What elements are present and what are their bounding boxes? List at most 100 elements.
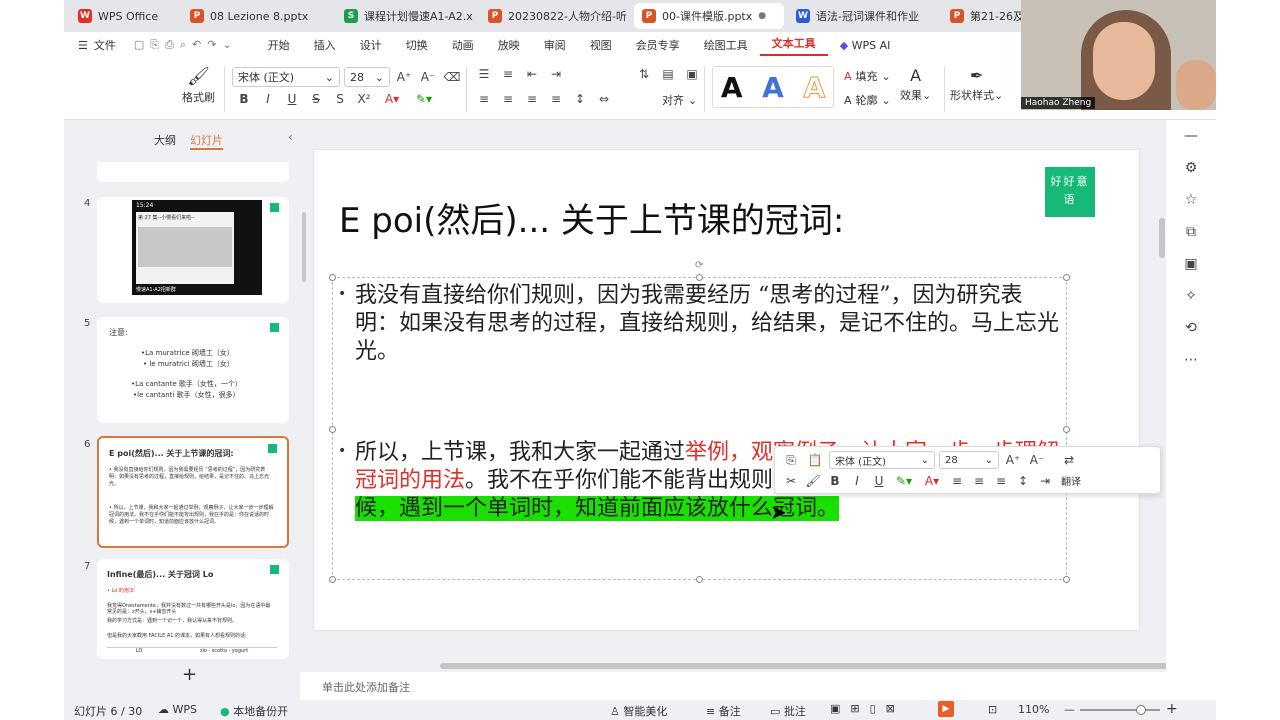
effect-menu[interactable]: A 效果⌄ xyxy=(900,66,931,103)
zoom-slider-thumb[interactable] xyxy=(1136,705,1146,715)
align-right-icon[interactable]: ≡ xyxy=(522,92,542,106)
copy-icon[interactable]: ⎘ xyxy=(781,453,801,468)
align-right-icon[interactable]: ≡ xyxy=(991,474,1011,488)
tab-outline[interactable]: 大纲 xyxy=(154,132,176,150)
slide-thumb-5[interactable]: 注意: •La muratrice 砌墙工（女） • le muratrici … xyxy=(97,317,289,423)
slide-thumb-3[interactable] xyxy=(97,162,289,182)
add-slide-button[interactable]: + xyxy=(182,664,197,685)
strikethrough-icon[interactable]: S xyxy=(306,92,326,106)
tab-close-icon[interactable]: ● xyxy=(758,11,766,21)
distribute-icon[interactable]: ⇔ xyxy=(594,92,614,106)
clear-format-icon[interactable]: ⌫ xyxy=(442,70,462,84)
style-outline[interactable]: A xyxy=(803,70,826,104)
line-spacing-icon[interactable]: ↕ xyxy=(1013,474,1033,488)
ai-spark-icon[interactable]: ✧ xyxy=(1166,280,1216,312)
minimize-icon[interactable]: — xyxy=(1166,120,1216,152)
collapse-panel-icon[interactable]: ‹ xyxy=(288,130,293,144)
menu-view[interactable]: 视图 xyxy=(578,37,624,53)
slide-thumb-4[interactable]: 15:24 第 27 集--小慢看们来啦-- 慢速A1-A2招新群 xyxy=(97,197,289,303)
text-direction-icon[interactable]: ⇅ xyxy=(634,67,654,81)
notes-area[interactable]: 单击此处添加备注 xyxy=(300,672,1216,700)
view-mode-icons[interactable]: ▣⊞▯⊠ xyxy=(830,702,905,715)
justify-icon[interactable]: ≡ xyxy=(546,92,566,106)
history-icon[interactable]: ⟲ xyxy=(1166,312,1216,344)
tab-slides[interactable]: 幻灯片 xyxy=(190,132,223,150)
numbering-icon[interactable]: ≡ xyxy=(498,67,518,81)
font-color-icon[interactable]: A▾ xyxy=(919,474,945,488)
font-color-icon[interactable]: A▾ xyxy=(378,92,406,106)
tab-file[interactable]: P 08 Lezione 8.pptx xyxy=(182,3,332,29)
grow-font-icon[interactable]: A⁺ xyxy=(394,70,414,84)
more-icon[interactable]: ⋯ xyxy=(1166,344,1216,376)
menu-slideshow[interactable]: 放映 xyxy=(486,37,532,53)
highlight-icon[interactable]: ✎▾ xyxy=(891,474,917,488)
columns-icon[interactable]: ▤ xyxy=(658,67,678,81)
panel-scrollbar[interactable] xyxy=(302,212,306,282)
quick-access-icons[interactable]: ▢⎘⎙⌕↶↷⌄ xyxy=(128,38,256,52)
font-family-select[interactable]: 宋体 (正文) ⌄ xyxy=(232,67,340,87)
indent-icon[interactable]: ⇥ xyxy=(546,67,566,81)
translate-button[interactable]: 翻译 xyxy=(1061,473,1081,488)
menu-review[interactable]: 审阅 xyxy=(532,37,578,53)
align-center-icon[interactable]: ≡ xyxy=(969,474,989,488)
resize-handle[interactable] xyxy=(329,426,336,433)
play-slideshow-icon[interactable]: ▶ xyxy=(938,701,954,717)
font-size-select[interactable]: 28 ⌄ xyxy=(344,67,390,87)
resize-handle[interactable] xyxy=(329,274,336,281)
rotate-handle-icon[interactable]: ⟳ xyxy=(695,260,703,271)
canvas-scrollbar-vertical[interactable] xyxy=(1159,218,1165,258)
wps-status-button[interactable]: ☁ WPS xyxy=(158,703,197,716)
menu-file[interactable]: 文件 xyxy=(94,37,128,53)
align-left-icon[interactable]: ≡ xyxy=(474,92,494,106)
format-painter-icon[interactable]: 🖌 xyxy=(803,474,823,488)
convert-icon[interactable]: ⇄ xyxy=(1059,453,1079,467)
beautify-button[interactable]: ♙ 智能美化 xyxy=(610,703,667,719)
zoom-slider[interactable] xyxy=(1080,705,1160,715)
menu-transition[interactable]: 切换 xyxy=(394,37,440,53)
tab-file[interactable]: P 20230822-人物介绍-听 xyxy=(480,3,630,29)
gallery-icon[interactable]: ▣ xyxy=(1166,248,1216,280)
mini-size-select[interactable]: 28 ⌄ xyxy=(939,451,999,469)
text-style-gallery[interactable]: AAA xyxy=(712,66,834,108)
menu-animation[interactable]: 动画 xyxy=(440,37,486,53)
backup-status[interactable]: ● 本地备份开 xyxy=(220,703,288,719)
cut-icon[interactable]: ✂ xyxy=(781,474,801,488)
comment-toggle[interactable]: ▭ 批注 xyxy=(770,703,806,719)
mini-font-select[interactable]: 宋体 (正文) ⌄ xyxy=(829,451,935,469)
superscript-icon[interactable]: X² xyxy=(354,92,374,106)
menu-member[interactable]: 会员专享 xyxy=(624,37,692,53)
notes-toggle[interactable]: ≡ 备注 xyxy=(706,703,741,719)
tab-file[interactable]: W 语法-冠词课件和作业 xyxy=(788,3,938,29)
bold-icon[interactable]: B xyxy=(234,92,254,106)
zoom-in-icon[interactable]: + xyxy=(1166,701,1178,717)
menu-text-tools[interactable]: 文本工具 xyxy=(759,35,828,56)
menu-design[interactable]: 设计 xyxy=(348,37,394,53)
indent-icon[interactable]: ⇥ xyxy=(1035,474,1055,488)
hamburger-icon[interactable]: ☰ xyxy=(64,39,94,52)
resize-handle[interactable] xyxy=(329,576,336,583)
paragraph-1[interactable]: 我没有直接给你们规则，因为我需要经历 “思考的过程”，因为研究表明：如果没有思考… xyxy=(355,282,1061,366)
align-center-icon[interactable]: ≡ xyxy=(498,92,518,106)
shrink-font-icon[interactable]: A⁻ xyxy=(1027,453,1047,467)
outdent-icon[interactable]: ⇤ xyxy=(522,67,542,81)
slide-title[interactable]: E poi(然后)... 关于上节课的冠词: xyxy=(339,193,844,242)
paste-icon[interactable]: 📋 xyxy=(805,453,825,467)
format-painter-button[interactable]: 🖌 格式刷 xyxy=(182,66,215,105)
style-black[interactable]: A xyxy=(721,71,743,104)
shadow-icon[interactable]: S xyxy=(330,92,350,106)
copy-icon[interactable]: ⧉ xyxy=(1166,216,1216,248)
highlight-icon[interactable]: ✎▾ xyxy=(410,92,438,106)
align-menu[interactable]: 对齐 ⌄ xyxy=(662,92,697,108)
menu-home[interactable]: 开始 xyxy=(256,37,302,53)
menu-drawing-tools[interactable]: 绘图工具 xyxy=(692,37,760,53)
align-left-icon[interactable]: ≡ xyxy=(947,474,967,488)
zoom-level[interactable]: 110% xyxy=(1018,703,1049,716)
canvas-scrollbar-horizontal[interactable] xyxy=(440,663,1202,669)
menu-insert[interactable]: 插入 xyxy=(302,37,348,53)
zoom-out-icon[interactable]: — xyxy=(1064,703,1075,716)
slide-thumb-6[interactable]: E poi(然后)... 关于上节课的冠词: • 我没有直接给你们规则，因为我需… xyxy=(97,436,289,548)
slide-thumb-7[interactable]: Infine(最后)... 关于冠词 Lo • Lo 的用法: 我觉得Onest… xyxy=(97,559,289,659)
star-icon[interactable]: ☆ xyxy=(1166,184,1216,216)
shrink-font-icon[interactable]: A⁻ xyxy=(418,70,438,84)
line-spacing-icon[interactable]: ↕ xyxy=(570,92,590,106)
